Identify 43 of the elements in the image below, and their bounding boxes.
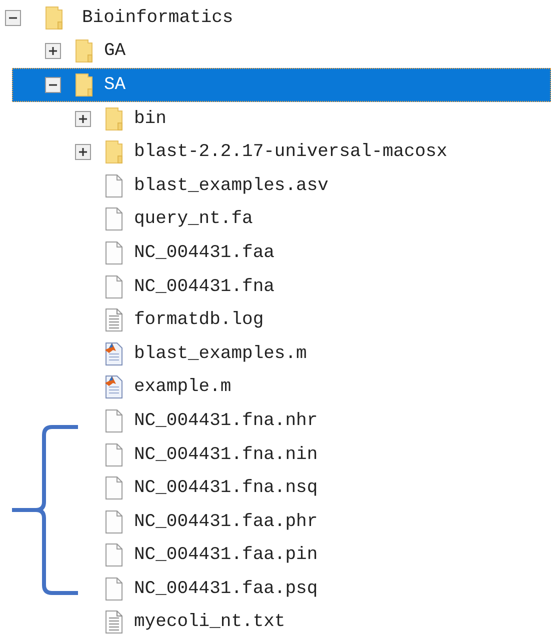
file-icon xyxy=(105,274,123,299)
file-icon xyxy=(105,207,123,232)
tree-item[interactable]: NC_004431.fna.nhr xyxy=(0,404,551,438)
collapse-icon[interactable] xyxy=(5,10,21,26)
text-file-icon xyxy=(105,610,123,634)
script-file-icon xyxy=(105,375,123,400)
tree-item[interactable]: Bioinformatics xyxy=(0,1,551,35)
tree-item[interactable]: SA xyxy=(12,68,551,102)
tree-item[interactable]: blast_examples.m xyxy=(0,336,551,371)
file-icon xyxy=(105,174,123,198)
tree-item[interactable]: NC_004431.fna.nin xyxy=(0,438,551,472)
folder-icon xyxy=(105,140,123,164)
file-icon xyxy=(105,576,123,601)
folder-icon xyxy=(45,6,63,30)
script-file-icon xyxy=(105,342,123,366)
file-icon xyxy=(105,510,123,534)
file-icon xyxy=(105,442,123,467)
expand-icon[interactable] xyxy=(45,43,61,60)
folder-icon xyxy=(105,106,123,131)
file-icon xyxy=(105,240,123,265)
folder-icon xyxy=(75,72,93,97)
tree-item[interactable]: NC_004431.faa.psq xyxy=(0,572,551,606)
text-file-icon xyxy=(105,308,123,332)
tree-item[interactable]: NC_004431.fna.nsq xyxy=(0,471,551,505)
tree-item[interactable]: query_nt.fa xyxy=(0,202,551,236)
tree-item[interactable]: NC_004431.faa.phr xyxy=(0,504,551,538)
tree-item[interactable]: blast-2.2.17-universal-macosx xyxy=(0,135,551,169)
tree-item[interactable]: GA xyxy=(0,34,551,68)
tree-item[interactable]: myecoli_nt.txt xyxy=(0,606,551,639)
file-icon xyxy=(105,476,123,500)
tree-item[interactable]: formatdb.log xyxy=(0,303,551,337)
file-icon xyxy=(105,408,123,433)
tree-item[interactable]: example.m xyxy=(0,370,551,404)
tree-item[interactable]: NC_004431.faa xyxy=(0,236,551,270)
expand-icon[interactable] xyxy=(75,110,91,127)
tree-item[interactable]: blast_examples.asv xyxy=(0,168,551,203)
tree-item[interactable]: NC_004431.fna xyxy=(0,270,551,304)
expand-icon[interactable] xyxy=(75,144,91,160)
collapse-icon[interactable] xyxy=(45,76,61,93)
folder-icon xyxy=(75,39,93,64)
tree-item[interactable]: bin xyxy=(0,102,551,136)
file-icon xyxy=(105,543,123,568)
tree-item[interactable]: NC_004431.faa.pin xyxy=(0,538,551,572)
